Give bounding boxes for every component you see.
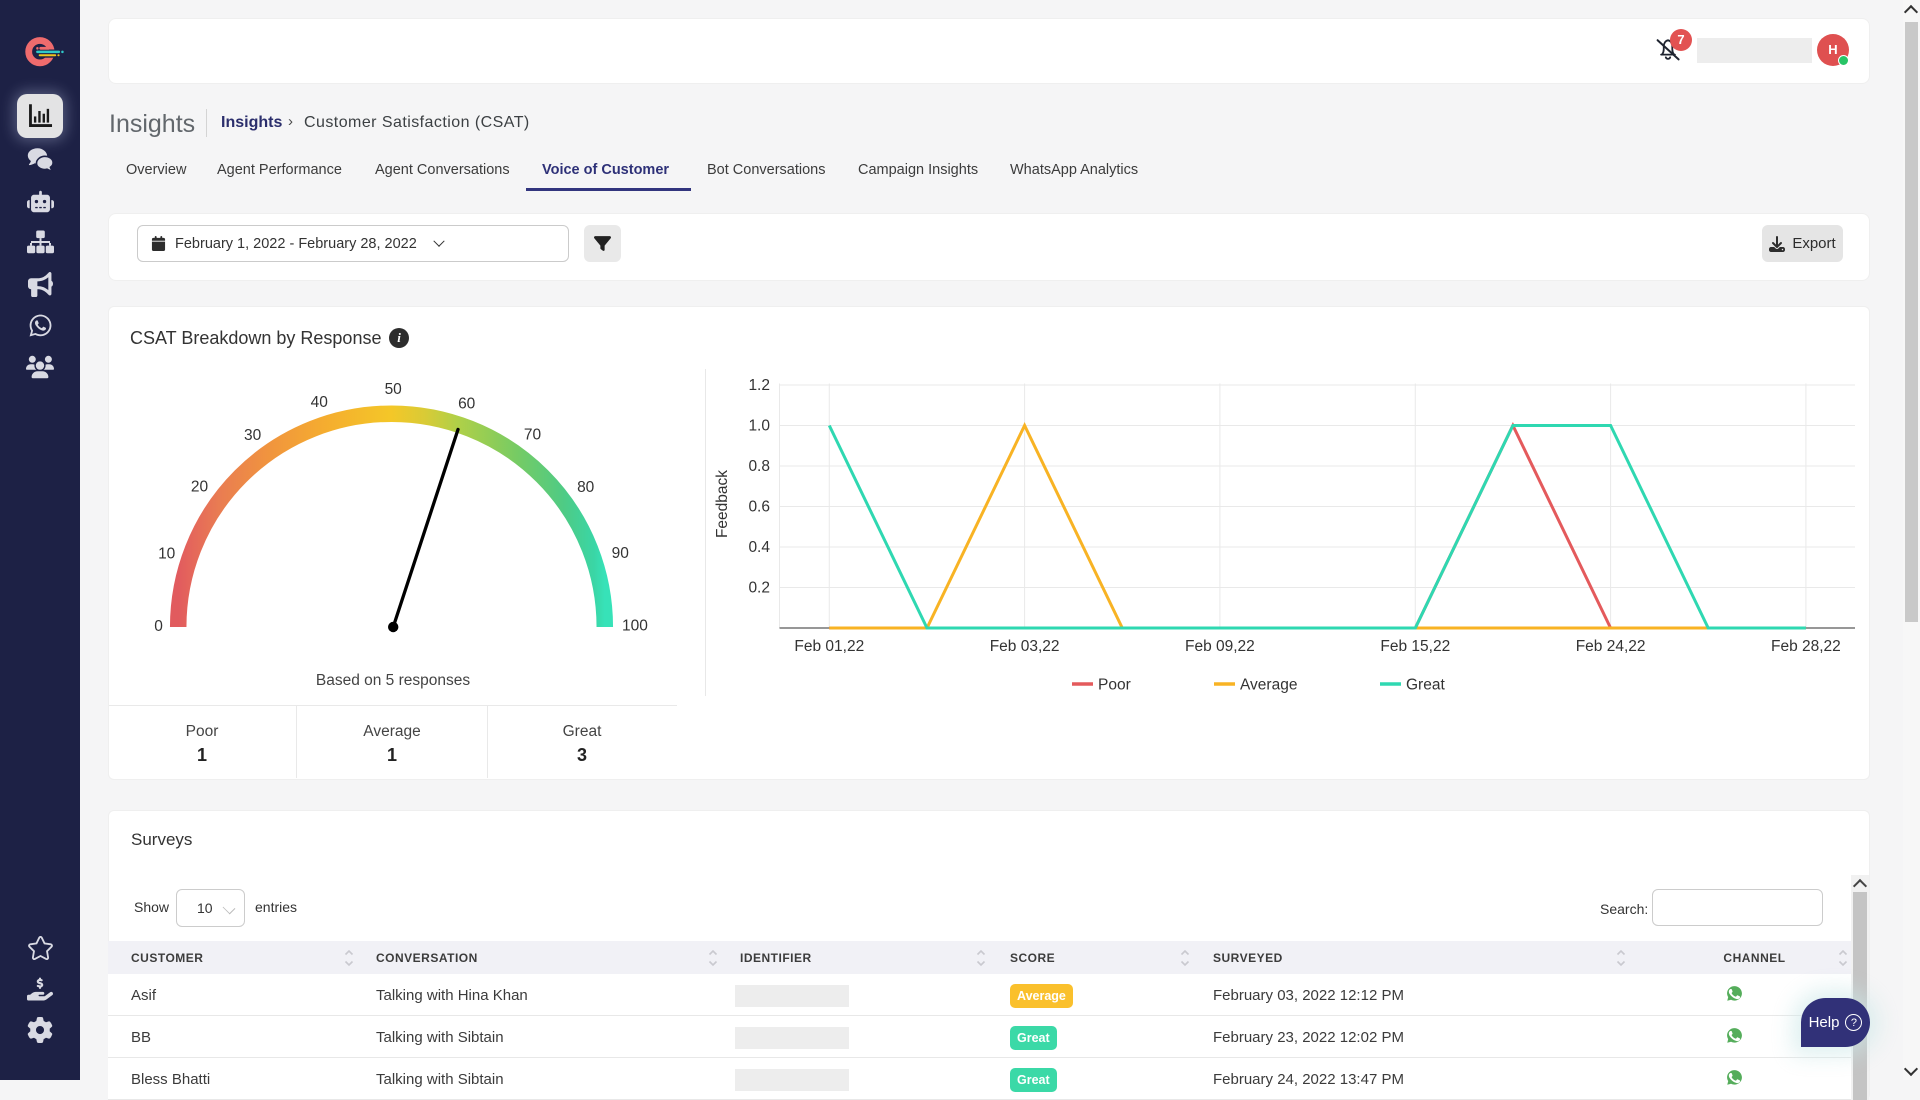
- svg-text:100: 100: [622, 617, 648, 634]
- svg-text:Feb 03,22: Feb 03,22: [990, 638, 1060, 655]
- svg-text:40: 40: [311, 394, 329, 411]
- svg-text:0: 0: [154, 618, 163, 635]
- svg-text:50: 50: [385, 381, 403, 398]
- svg-text:Feb 15,22: Feb 15,22: [1380, 638, 1450, 655]
- svg-text:Feb 09,22: Feb 09,22: [1185, 638, 1255, 655]
- svg-text:30: 30: [244, 427, 262, 444]
- svg-text:Feb 28,22: Feb 28,22: [1771, 638, 1841, 655]
- svg-text:80: 80: [577, 479, 595, 496]
- svg-text:0.2: 0.2: [748, 580, 770, 597]
- svg-text:Great: Great: [1406, 677, 1445, 694]
- svg-text:60: 60: [458, 395, 476, 412]
- svg-text:Poor: Poor: [1098, 677, 1131, 694]
- svg-text:70: 70: [524, 427, 542, 444]
- svg-text:0.4: 0.4: [748, 539, 770, 556]
- svg-text:10: 10: [158, 546, 176, 563]
- svg-text:20: 20: [191, 479, 209, 496]
- svg-text:0.6: 0.6: [748, 499, 770, 516]
- svg-text:90: 90: [612, 545, 630, 562]
- svg-text:0.8: 0.8: [748, 458, 770, 475]
- svg-text:Feb 24,22: Feb 24,22: [1576, 638, 1646, 655]
- svg-text:1.2: 1.2: [748, 377, 770, 394]
- svg-text:Average: Average: [1240, 677, 1297, 694]
- svg-text:Feedback: Feedback: [714, 470, 731, 538]
- svg-text:Feb 01,22: Feb 01,22: [794, 638, 864, 655]
- svg-text:1.0: 1.0: [748, 418, 770, 435]
